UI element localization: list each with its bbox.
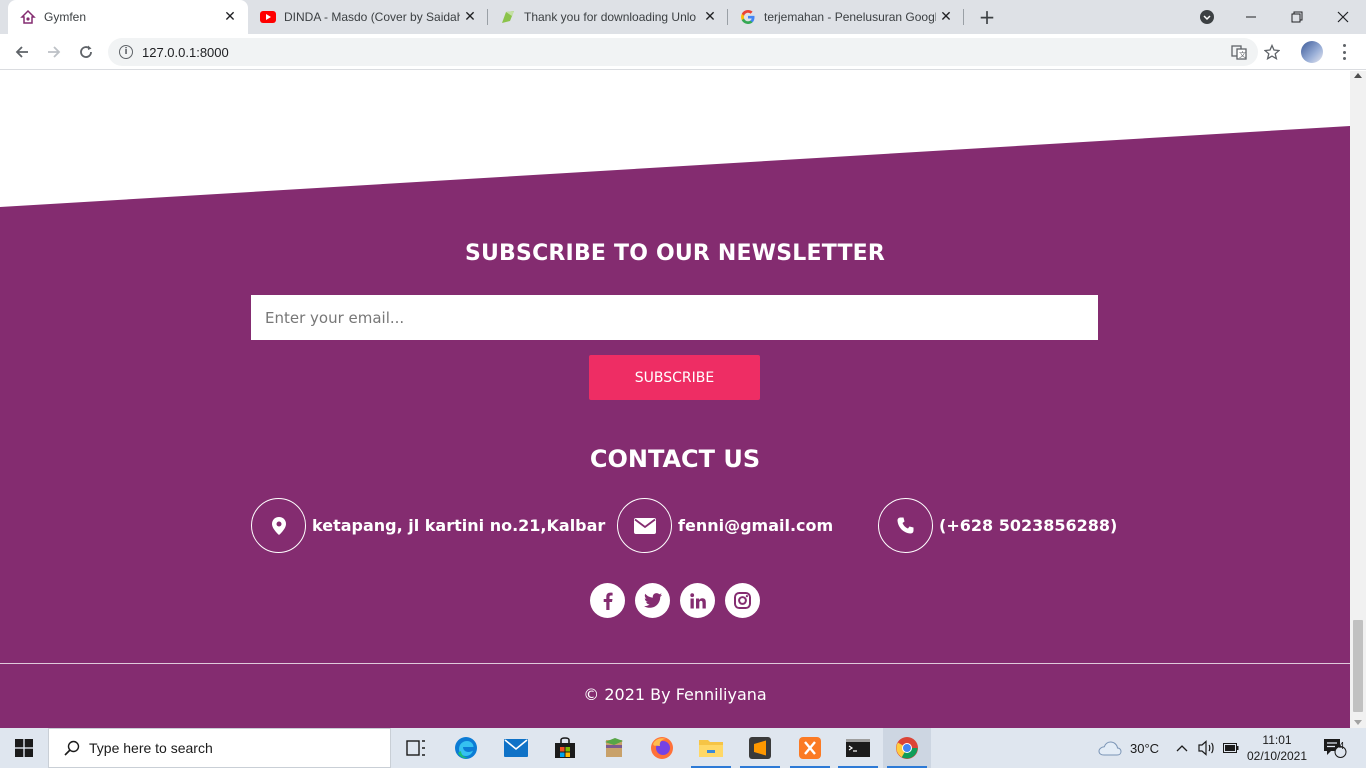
tab-title: terjemahan - Penelusuran Google <box>764 10 936 24</box>
search-icon <box>63 739 81 757</box>
email-input[interactable] <box>251 295 1098 340</box>
tab-download[interactable]: Thank you for downloading Unlo ✕ <box>488 0 728 34</box>
weather-temperature: 30°C <box>1130 740 1160 756</box>
new-tab-button[interactable]: + <box>975 5 999 29</box>
site-info-icon[interactable]: i <box>119 45 133 59</box>
google-icon <box>740 9 756 25</box>
gym-favicon-icon <box>20 9 36 25</box>
footer-divider <box>0 663 1350 664</box>
envelope-icon <box>617 498 672 553</box>
show-hidden-icons-icon[interactable] <box>1176 728 1188 768</box>
facebook-icon[interactable] <box>590 583 625 618</box>
chrome-icon[interactable] <box>883 728 931 768</box>
volume-icon[interactable] <box>1198 728 1216 768</box>
close-tab-icon[interactable]: ✕ <box>700 7 720 27</box>
tab-search-icon[interactable] <box>1184 0 1230 34</box>
weather-widget[interactable]: 30°C <box>1098 728 1159 768</box>
command-prompt-icon[interactable] <box>834 728 882 768</box>
subscribe-button[interactable]: SUBSCRIBE <box>589 355 760 400</box>
reload-button[interactable] <box>72 38 100 66</box>
browser-tab-bar: Gymfen ✕ DINDA - Masdo (Cover by Saidah … <box>0 0 1366 34</box>
back-button[interactable] <box>8 38 36 66</box>
tab-google[interactable]: terjemahan - Penelusuran Google ✕ <box>728 0 964 34</box>
contact-title: CONTACT US <box>589 445 761 473</box>
windows-taskbar: Type here to search 30°C 11:01 02/10/202… <box>0 728 1366 768</box>
tab-title: Thank you for downloading Unlo <box>524 10 697 24</box>
twitter-icon[interactable] <box>635 583 670 618</box>
scroll-up-arrow-icon[interactable] <box>1354 73 1362 78</box>
download-site-icon <box>500 9 516 25</box>
copyright-text: © 2021 By Fenniliyana <box>583 685 767 704</box>
store-icon[interactable] <box>541 728 589 768</box>
linkedin-icon[interactable] <box>680 583 715 618</box>
address-text: ketapang, jl kartini no.21,Kalbar <box>312 516 606 535</box>
page-scrollbar[interactable] <box>1350 71 1366 728</box>
file-explorer-icon[interactable] <box>687 728 735 768</box>
firefox-icon[interactable] <box>638 728 686 768</box>
clock-date: 02/10/2021 <box>1246 749 1308 763</box>
footer-section: SUBSCRIBE TO OUR NEWSLETTER SUBSCRIBE CO… <box>0 71 1350 728</box>
edge-icon[interactable] <box>442 728 490 768</box>
tab-title: Gymfen <box>44 10 87 24</box>
map-marker-icon <box>251 498 306 553</box>
notification-count: 4 <box>1338 741 1345 752</box>
email-text: fenni@gmail.com <box>678 516 834 535</box>
profile-avatar[interactable] <box>1301 41 1323 63</box>
newsletter-title: SUBSCRIBE TO OUR NEWSLETTER <box>464 241 886 266</box>
scrollbar-thumb[interactable] <box>1353 620 1363 712</box>
xampp-icon[interactable] <box>786 728 834 768</box>
taskbar-search-placeholder: Type here to search <box>89 740 213 756</box>
forward-button[interactable] <box>40 38 68 66</box>
scroll-down-arrow-icon[interactable] <box>1354 720 1362 725</box>
sublime-text-icon[interactable] <box>736 728 784 768</box>
mail-icon[interactable] <box>492 728 540 768</box>
close-tab-icon[interactable]: ✕ <box>936 7 956 27</box>
phone-icon <box>878 498 933 553</box>
taskbar-search-box[interactable]: Type here to search <box>48 728 391 768</box>
browser-toolbar: i 127.0.0.1:8000 文 <box>0 34 1366 70</box>
close-tab-icon[interactable]: ✕ <box>460 7 480 27</box>
social-links <box>590 583 760 618</box>
bookmark-star-icon[interactable] <box>1262 42 1282 62</box>
tab-gymfen[interactable]: Gymfen ✕ <box>8 0 248 34</box>
url-text: 127.0.0.1:8000 <box>142 44 229 60</box>
system-clock[interactable]: 11:01 02/10/2021 <box>1246 732 1308 764</box>
contact-address: ketapang, jl kartini no.21,Kalbar <box>251 498 605 553</box>
tab-youtube[interactable]: DINDA - Masdo (Cover by Saidah ✕ <box>248 0 488 34</box>
instagram-icon[interactable] <box>725 583 760 618</box>
contact-phone: (+628 5023856288) <box>878 498 1117 553</box>
translate-icon[interactable]: 文 <box>1229 42 1249 62</box>
page-viewport: SUBSCRIBE TO OUR NEWSLETTER SUBSCRIBE CO… <box>0 71 1350 728</box>
restore-button[interactable] <box>1274 0 1320 34</box>
browser-menu-icon[interactable] <box>1340 41 1348 63</box>
battery-icon[interactable] <box>1223 728 1239 768</box>
address-bar[interactable]: i 127.0.0.1:8000 <box>108 38 1258 66</box>
svg-text:文: 文 <box>1239 50 1246 59</box>
winrar-icon[interactable] <box>590 728 638 768</box>
task-view-icon[interactable] <box>392 728 440 768</box>
close-tab-icon[interactable]: ✕ <box>220 7 240 27</box>
cloud-icon <box>1098 741 1122 756</box>
minimize-button[interactable] <box>1228 0 1274 34</box>
tab-separator <box>963 9 964 25</box>
tab-title: DINDA - Masdo (Cover by Saidah <box>284 10 460 24</box>
close-window-button[interactable] <box>1320 0 1366 34</box>
phone-text: (+628 5023856288) <box>939 516 1118 535</box>
notification-center-icon[interactable]: 4 <box>1323 728 1347 768</box>
contact-email: fenni@gmail.com <box>617 498 833 553</box>
windows-start-icon[interactable] <box>0 728 48 768</box>
clock-time: 11:01 <box>1262 733 1292 747</box>
youtube-icon <box>260 9 276 25</box>
